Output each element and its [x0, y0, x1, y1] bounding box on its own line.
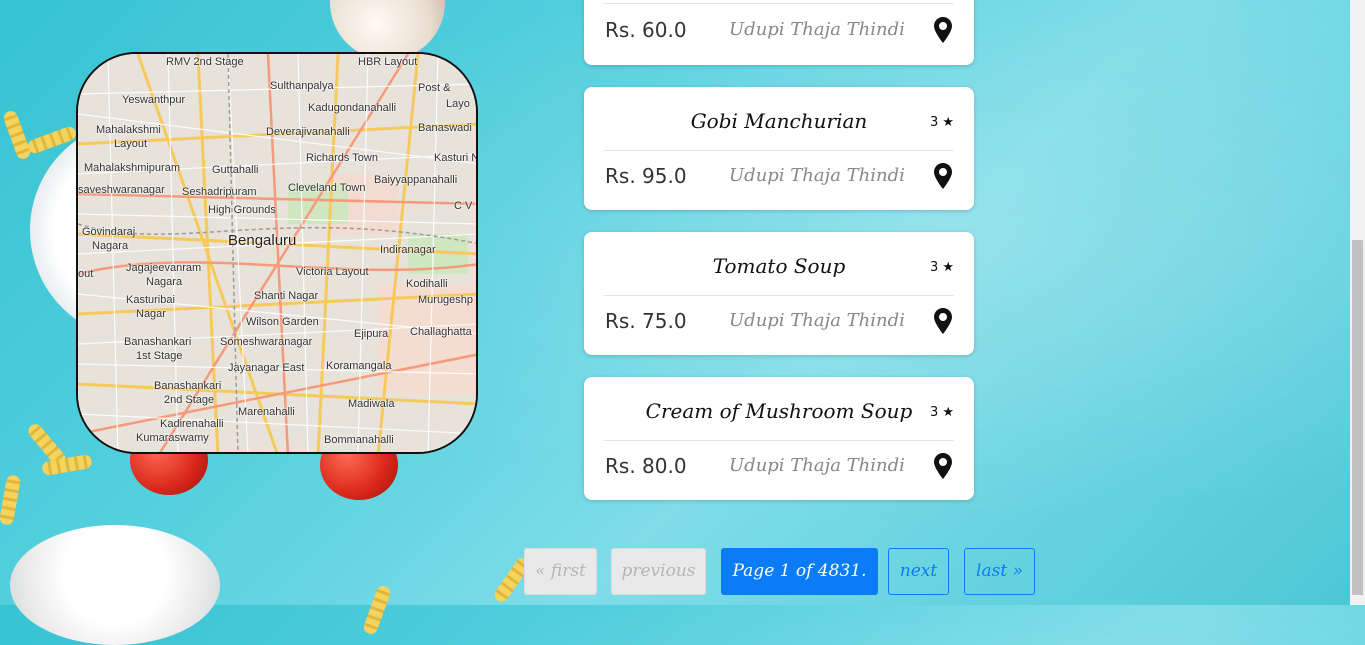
- map-label: Cleveland Town: [288, 182, 366, 194]
- map-label: Banaswadi: [418, 122, 472, 134]
- map-label: Mahalakshmipuram: [84, 162, 180, 174]
- map-label: Koramangala: [326, 360, 392, 372]
- map-pin-icon[interactable]: [934, 453, 952, 479]
- decorative-egg-bowl: [10, 525, 220, 645]
- card-divider: [604, 295, 954, 296]
- dish-rating: 3 ★: [929, 405, 954, 420]
- last-page-button[interactable]: last »: [964, 548, 1035, 595]
- map-label: Baiyyappanahalli: [374, 174, 458, 186]
- map-label: Deverajivanahalli: [266, 126, 350, 138]
- restaurant-name: Udupi Thaja Thindi: [729, 19, 905, 40]
- map-label: Banashankari: [124, 336, 192, 348]
- map-label: Marenahalli: [238, 406, 295, 418]
- decorative-garlic: [330, 0, 445, 60]
- map-label: Nagara: [146, 276, 183, 288]
- dish-price: Rs. 60.0: [605, 18, 687, 42]
- map-label: 1st Stage: [136, 350, 183, 362]
- map-label: Govindaraj: [82, 226, 136, 238]
- map-label: Jayanagar East: [228, 362, 305, 374]
- map-label: Post &: [418, 82, 451, 94]
- map-label: Kodihalli: [406, 278, 448, 290]
- restaurant-name: Udupi Thaja Thindi: [729, 310, 905, 331]
- map-label: Jagajeevanram: [126, 262, 202, 274]
- dish-rating: 3 ★: [929, 115, 954, 130]
- map-label: saveshwaranagar: [78, 184, 165, 196]
- dish-name: Tomato Soup: [712, 254, 846, 278]
- restaurant-name: Udupi Thaja Thindi: [729, 165, 905, 186]
- map-label: Layout: [114, 138, 148, 150]
- decorative-pasta: [1, 109, 33, 161]
- next-page-button[interactable]: next: [888, 548, 949, 595]
- dish-card[interactable]: Cream of Mushroom Soup 3 ★ Rs. 80.0 Udup…: [584, 377, 974, 500]
- map-label: High Grounds: [208, 204, 276, 216]
- map-label: Yeswanthpur: [122, 94, 186, 106]
- map-label: Victoria Layout: [296, 266, 369, 278]
- map-label: Kadirenahalli: [160, 418, 224, 430]
- scrollbar-thumb[interactable]: [1352, 240, 1363, 595]
- map-pin-icon[interactable]: [934, 308, 952, 334]
- map-label: Seshadripuram: [182, 186, 257, 198]
- map-label: Challaghatta: [410, 326, 472, 338]
- map-label: HBR Layout: [358, 56, 418, 68]
- map-label: Kumaraswamy: [136, 432, 209, 444]
- map-label: Nagar: [136, 308, 166, 320]
- map-label: Kasturibai: [126, 294, 175, 306]
- dish-price: Rs. 80.0: [605, 454, 687, 478]
- map-label: Mahalakshmi: [96, 124, 161, 136]
- map-label: Banashankari: [154, 380, 222, 392]
- decorative-pasta: [0, 474, 22, 526]
- map-label: out: [78, 268, 94, 280]
- map-label: Madiwala: [348, 398, 395, 410]
- map-label: Kasturi N: [434, 152, 478, 164]
- map-label: C V R: [454, 200, 476, 212]
- dish-name: Gobi Manchurian: [690, 109, 868, 133]
- dish-card[interactable]: Gobi Manchurian 3 ★ Rs. 95.0 Udupi Thaja…: [584, 87, 974, 210]
- dish-price: Rs. 75.0: [605, 309, 687, 333]
- map-pin-icon[interactable]: [934, 17, 952, 43]
- dish-card[interactable]: Tomato Soup 3 ★ Rs. 75.0 Udupi Thaja Thi…: [584, 232, 974, 355]
- map-label: Ejipura: [354, 328, 389, 340]
- dish-price: Rs. 95.0: [605, 164, 687, 188]
- map-label: Indiranagar: [380, 244, 436, 256]
- map-label: RMV 2nd Stage: [166, 56, 244, 68]
- previous-page-button[interactable]: previous: [611, 548, 706, 595]
- restaurant-map[interactable]: RMV 2nd Stage HBR Layout Post & Layo Yes…: [76, 52, 478, 454]
- dish-rating: 3 ★: [929, 260, 954, 275]
- map-label-city: Bengaluru: [228, 232, 297, 249]
- map-label: Sulthanpalya: [270, 80, 334, 92]
- map-label: Richards Town: [306, 152, 378, 164]
- card-divider: [604, 3, 954, 4]
- current-page-indicator: Page 1 of 4831.: [721, 548, 878, 595]
- map-label: Guttahalli: [212, 164, 259, 176]
- map-label: Layo: [446, 98, 470, 110]
- map-label: Shanti Nagar: [254, 290, 319, 302]
- card-divider: [604, 150, 954, 151]
- map-label: Someshwaranagar: [220, 336, 313, 348]
- restaurant-name: Udupi Thaja Thindi: [729, 455, 905, 476]
- map-label: Murugeshp: [418, 294, 474, 306]
- map-label: Wilson Garden: [246, 316, 319, 328]
- first-page-button[interactable]: « first: [524, 548, 597, 595]
- map-label: 2nd Stage: [164, 394, 215, 406]
- map-label: Nagara: [92, 240, 129, 252]
- dish-name: Cream of Mushroom Soup: [645, 399, 913, 423]
- dish-card[interactable]: Rs. 60.0 Udupi Thaja Thindi: [584, 0, 974, 65]
- map-label: Bommanahalli: [324, 434, 394, 446]
- decorative-pasta: [361, 584, 393, 636]
- card-divider: [604, 440, 954, 441]
- map-label: Kadugondanahalli: [308, 102, 397, 114]
- map-pin-icon[interactable]: [934, 163, 952, 189]
